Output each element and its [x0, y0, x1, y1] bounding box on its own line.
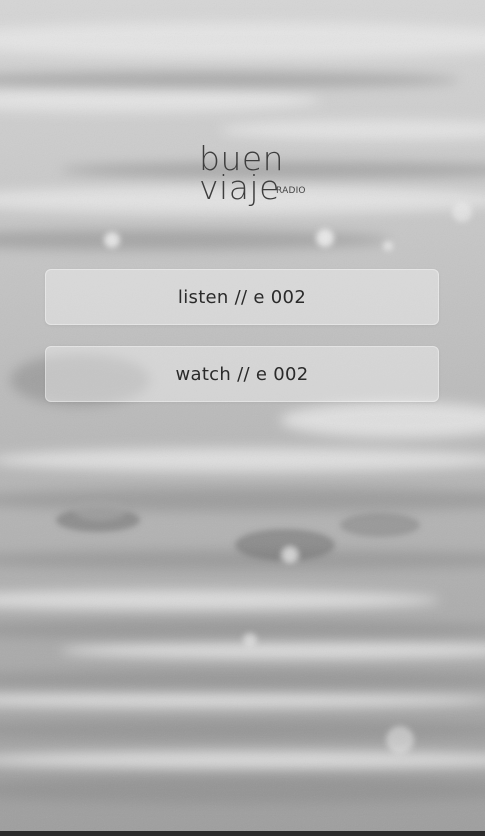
- brand-logo: buen viaje RADIO: [199, 142, 319, 212]
- listen-button[interactable]: listen // e 002: [45, 269, 439, 325]
- water-ripples-background: [0, 0, 485, 836]
- watch-button-label: watch // e 002: [175, 363, 309, 385]
- listen-button-label: listen // e 002: [177, 286, 307, 308]
- bottom-edge: [0, 831, 485, 836]
- logo-line-2: viaje: [199, 168, 280, 207]
- watch-button[interactable]: watch // e 002: [45, 346, 439, 402]
- logo-tag: RADIO: [276, 186, 306, 196]
